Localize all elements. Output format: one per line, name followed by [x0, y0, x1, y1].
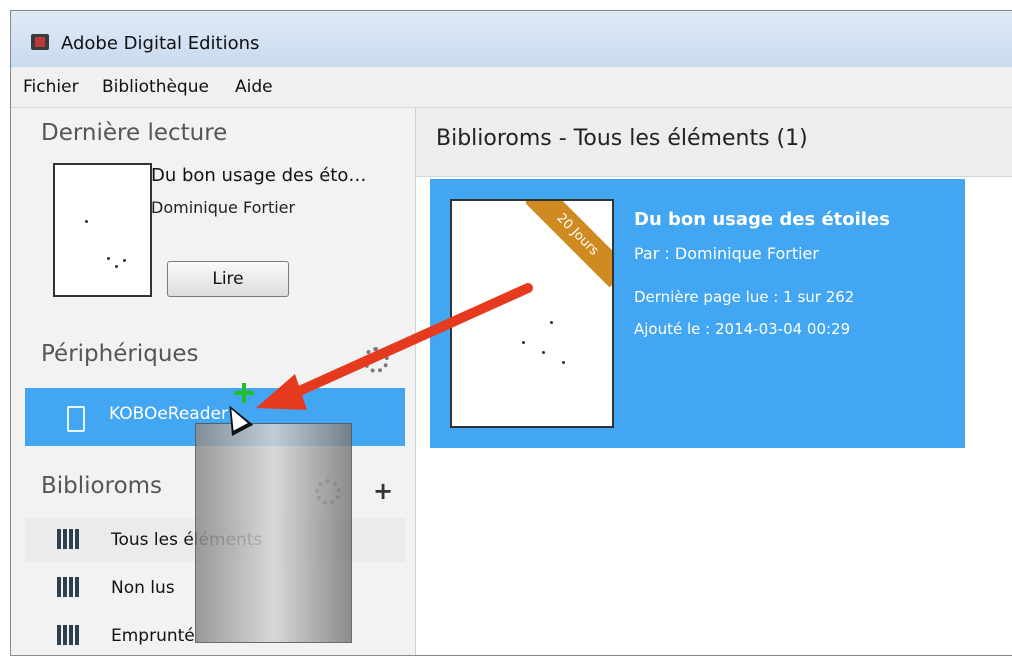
add-shelf-icon[interactable]: + [373, 477, 393, 505]
bookshelf-icon [57, 529, 79, 549]
device-gear-icon[interactable] [363, 347, 389, 373]
book-added-date: Ajouté le : 2014-03-04 00:29 [634, 320, 851, 338]
recent-heading: Dernière lecture [41, 120, 228, 146]
title-bar: Adobe Digital Editions [11, 11, 1012, 67]
main-panel: Biblioroms - Tous les éléments (1) 20 Jo… [416, 108, 1012, 655]
ereader-icon [67, 406, 85, 432]
drag-preview [195, 423, 352, 643]
shelf-label: Non lus [111, 578, 175, 598]
main-header: Biblioroms - Tous les éléments (1) [416, 108, 1012, 177]
main-header-title: Biblioroms - Tous les éléments (1) [436, 126, 808, 151]
menu-aide[interactable]: Aide [235, 77, 273, 97]
menu-bibliotheque[interactable]: Bibliothèque [102, 77, 209, 97]
app-title: Adobe Digital Editions [61, 33, 260, 54]
recent-book-cover[interactable] [53, 163, 152, 297]
bookshelf-icon [57, 625, 79, 645]
device-label: KOBOeReader [109, 404, 228, 424]
shelf-label: Emprunté [111, 626, 195, 646]
read-button[interactable]: Lire [167, 261, 289, 297]
plus-icon [234, 383, 254, 403]
recent-book-title: Du bon usage des éto… [151, 165, 367, 186]
book-title: Du bon usage des étoiles [634, 209, 890, 230]
menu-bar: Fichier Bibliothèque Aide [11, 67, 1012, 108]
loan-days-label: 20 Jours [526, 201, 612, 287]
book-last-page: Dernière page lue : 1 sur 262 [634, 288, 855, 306]
loan-ribbon: 20 Jours [526, 201, 612, 287]
book-author: Par : Dominique Fortier [634, 244, 819, 263]
devices-heading: Périphériques [41, 341, 199, 367]
app-icon [31, 34, 49, 50]
recent-book-author: Dominique Fortier [151, 198, 296, 217]
book-card[interactable]: 20 Jours Du bon usage des étoiles Par : … [430, 179, 965, 448]
book-cover[interactable]: 20 Jours [450, 199, 614, 428]
bookshelf-icon [57, 577, 79, 597]
shelves-heading: Biblioroms [41, 473, 163, 499]
app-window: Adobe Digital Editions Fichier Bibliothè… [10, 10, 1012, 656]
menu-fichier[interactable]: Fichier [23, 77, 79, 97]
